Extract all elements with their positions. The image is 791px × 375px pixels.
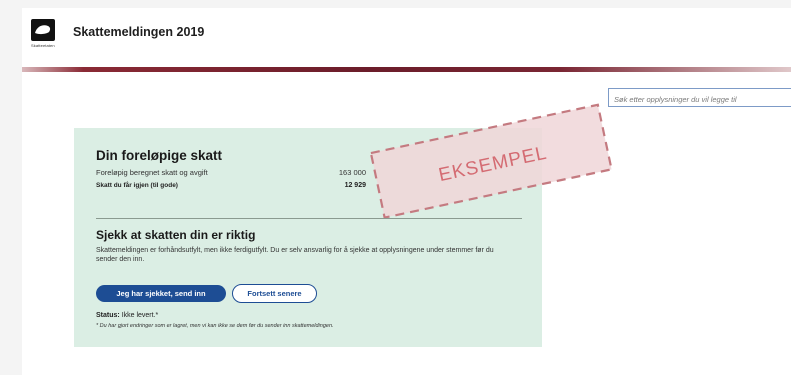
status-line: Status: Ikke levert.* <box>96 312 158 319</box>
refund-label: Skatt du får igjen (til gode) <box>96 182 178 189</box>
example-stamp: EKSEMPEL <box>367 103 617 219</box>
send-in-button[interactable]: Jeg har sjekket, send inn <box>96 285 226 302</box>
estimated-tax-label: Foreløpig beregnet skatt og avgift <box>96 168 208 177</box>
status-note: * Du har gjort endringer som er lagret, … <box>96 323 334 329</box>
logo-icon <box>31 19 55 41</box>
card-title: Din foreløpige skatt <box>96 148 223 163</box>
refund-value: 12 929 <box>344 182 366 189</box>
search-input[interactable] <box>608 88 791 107</box>
logo-text: Skatteetaten <box>31 43 55 48</box>
continue-later-button[interactable]: Fortsett senere <box>232 284 317 303</box>
check-title: Sjekk at skatten din er riktig <box>96 228 256 242</box>
app-title: Skattemeldingen 2019 <box>73 25 205 39</box>
estimated-tax-value: 163 000 <box>338 168 366 177</box>
check-description: Skattemeldingen er forhåndsutfylt, men i… <box>96 247 494 263</box>
divider <box>96 218 522 219</box>
status-value: Ikke levert.* <box>121 312 159 319</box>
status-label: Status: <box>96 312 120 319</box>
page: Skatteetaten Skattemeldingen 2019 Din fo… <box>22 8 791 375</box>
header-divider-bar <box>22 67 791 72</box>
skatteetaten-logo[interactable]: Skatteetaten <box>31 19 59 53</box>
header: Skatteetaten Skattemeldingen 2019 <box>22 8 791 64</box>
